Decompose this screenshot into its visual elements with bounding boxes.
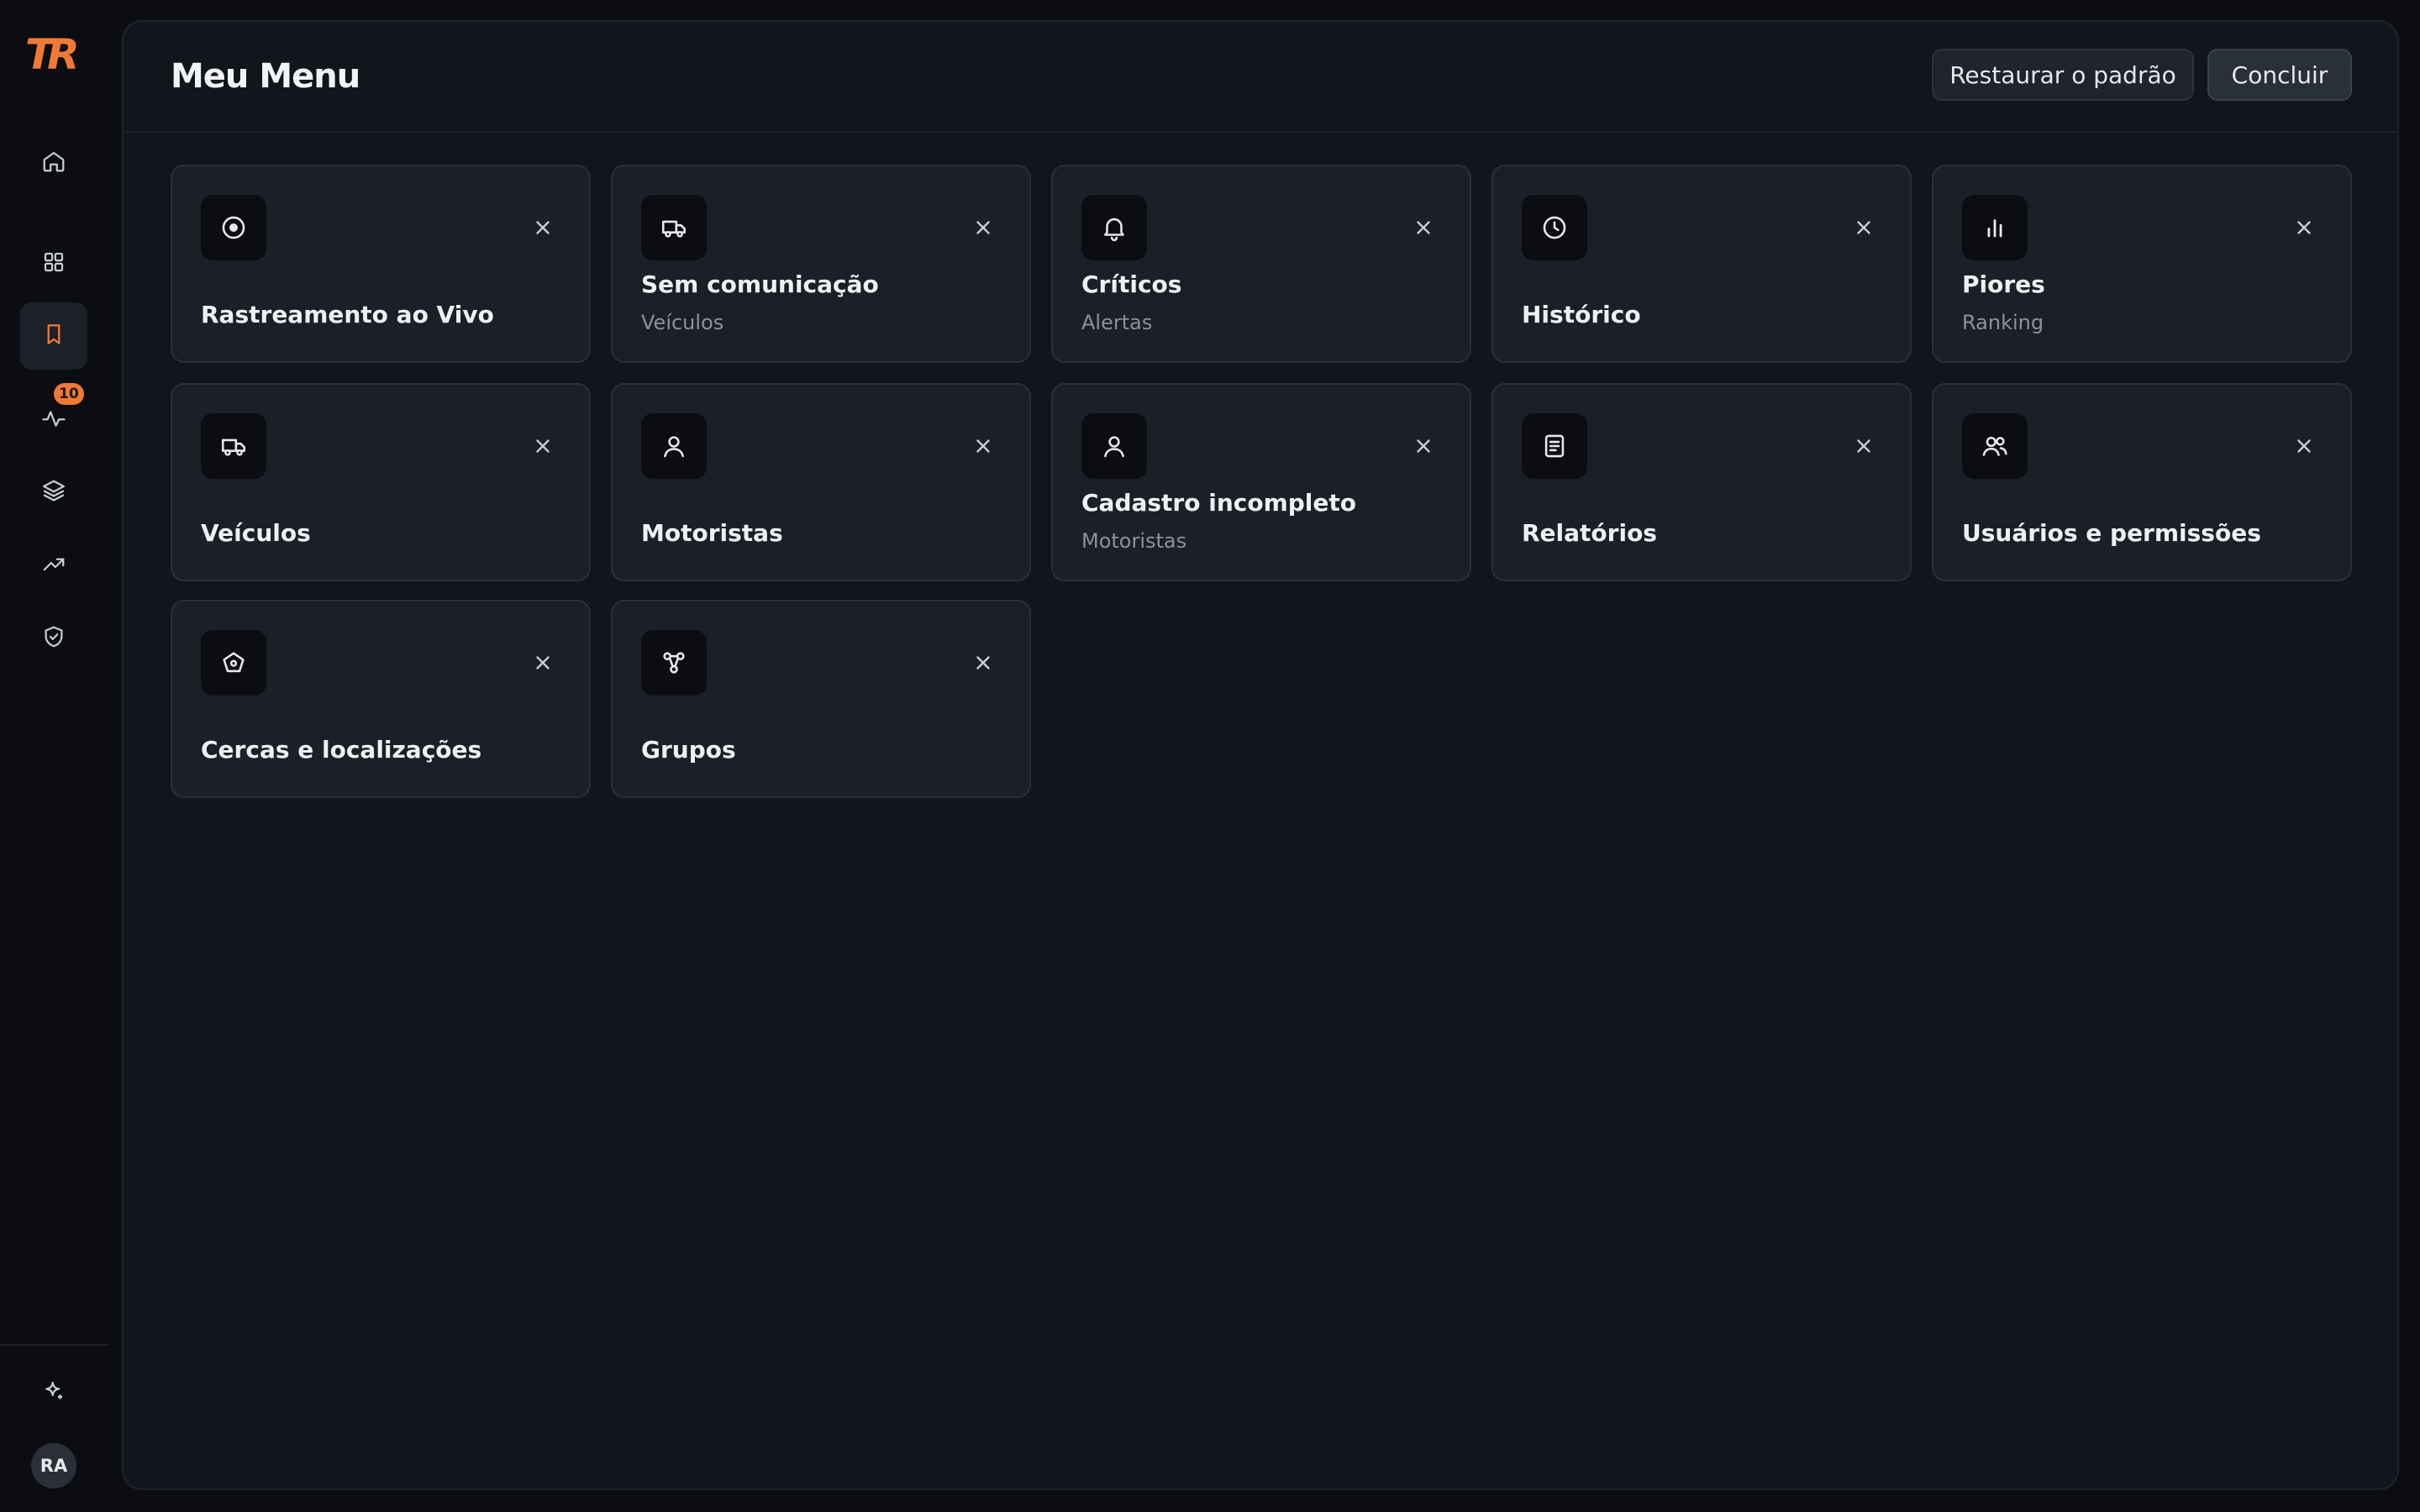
sparkle-icon	[41, 1378, 66, 1407]
card-title: Relatórios	[1522, 519, 1657, 547]
card-title: Rastreamento ao Vivo	[201, 301, 494, 328]
document-icon	[1522, 413, 1587, 479]
menu-card-incomplete-registration[interactable]: Cadastro incompleto Motoristas	[1051, 383, 1471, 581]
menu-card-live-tracking[interactable]: Rastreamento ao Vivo	[171, 165, 591, 363]
done-button[interactable]: Concluir	[2207, 49, 2352, 101]
close-icon[interactable]	[972, 652, 994, 674]
sidebar-divider	[0, 1344, 108, 1346]
groups-icon	[641, 630, 707, 696]
card-title: Cercas e localizações	[201, 736, 482, 764]
panel-header: Meu Menu Restaurar o padrão Concluir	[124, 22, 2397, 133]
menu-card-reports[interactable]: Relatórios	[1491, 383, 1912, 581]
trending-up-icon	[41, 552, 66, 580]
close-icon[interactable]	[532, 217, 554, 239]
menu-card-drivers[interactable]: Motoristas	[611, 383, 1031, 581]
layers-icon	[41, 478, 66, 507]
sidebar-item-dashboard[interactable]	[20, 230, 87, 297]
card-title: Grupos	[641, 736, 736, 764]
menu-card-worst[interactable]: Piores Ranking	[1932, 165, 2352, 363]
close-icon[interactable]	[532, 435, 554, 457]
card-title: Sem comunicação	[641, 270, 879, 298]
target-icon	[201, 195, 266, 260]
truck-icon	[201, 413, 266, 479]
sidebar-item-layers[interactable]	[20, 459, 87, 526]
close-icon[interactable]	[1413, 217, 1434, 239]
close-icon[interactable]	[972, 217, 994, 239]
sidebar-item-security[interactable]	[20, 605, 87, 672]
bookmark-icon	[41, 322, 66, 350]
activity-icon	[41, 406, 66, 434]
menu-card-vehicles[interactable]: Veículos	[171, 383, 591, 581]
card-title: Histórico	[1522, 301, 1641, 328]
card-title: Veículos	[201, 519, 311, 547]
sidebar-item-bookmarks[interactable]	[20, 302, 87, 370]
menu-card-no-communication[interactable]: Sem comunicação Veículos	[611, 165, 1031, 363]
sidebar-item-activity[interactable]: 10	[20, 383, 87, 454]
sidebar-item-home[interactable]	[20, 129, 87, 197]
close-icon[interactable]	[1853, 217, 1875, 239]
geofence-icon	[201, 630, 266, 696]
svg-text:TR: TR	[25, 32, 76, 76]
avatar[interactable]: RA	[31, 1443, 76, 1488]
logo[interactable]: TR	[25, 30, 83, 79]
user-icon	[1081, 413, 1147, 479]
bar-chart-icon	[1962, 195, 2028, 260]
user-icon	[641, 413, 707, 479]
home-icon	[41, 149, 66, 177]
card-title: Motoristas	[641, 519, 783, 547]
card-subtitle: Alertas	[1081, 311, 1153, 334]
page-title: Meu Menu	[171, 57, 360, 96]
card-subtitle: Ranking	[1962, 311, 2044, 334]
menu-card-groups[interactable]: Grupos	[611, 600, 1031, 798]
sidebar: TR 10 RA	[0, 0, 108, 1512]
close-icon[interactable]	[532, 652, 554, 674]
card-title: Usuários e permissões	[1962, 519, 2261, 547]
restore-default-button[interactable]: Restaurar o padrão	[1932, 49, 2194, 101]
menu-card-history[interactable]: Histórico	[1491, 165, 1912, 363]
menu-card-critical[interactable]: Críticos Alertas	[1051, 165, 1471, 363]
close-icon[interactable]	[2293, 217, 2315, 239]
card-title: Cadastro incompleto	[1081, 489, 1357, 517]
card-subtitle: Motoristas	[1081, 529, 1187, 553]
shield-check-icon	[41, 624, 66, 653]
sidebar-item-trends[interactable]	[20, 533, 87, 600]
close-icon[interactable]	[972, 435, 994, 457]
main-panel: Meu Menu Restaurar o padrão Concluir Ras…	[122, 20, 2399, 1490]
clock-icon	[1522, 195, 1587, 260]
users-icon	[1962, 413, 2028, 479]
truck-icon	[641, 195, 707, 260]
close-icon[interactable]	[1413, 435, 1434, 457]
sidebar-item-ai[interactable]	[20, 1359, 87, 1426]
close-icon[interactable]	[2293, 435, 2315, 457]
bell-icon	[1081, 195, 1147, 260]
menu-card-geofences[interactable]: Cercas e localizações	[171, 600, 591, 798]
card-title: Piores	[1962, 270, 2045, 298]
card-title: Críticos	[1081, 270, 1182, 298]
card-subtitle: Veículos	[641, 311, 724, 334]
activity-badge: 10	[54, 383, 84, 405]
menu-card-users-permissions[interactable]: Usuários e permissões	[1932, 383, 2352, 581]
close-icon[interactable]	[1853, 435, 1875, 457]
grid-icon	[41, 249, 66, 278]
